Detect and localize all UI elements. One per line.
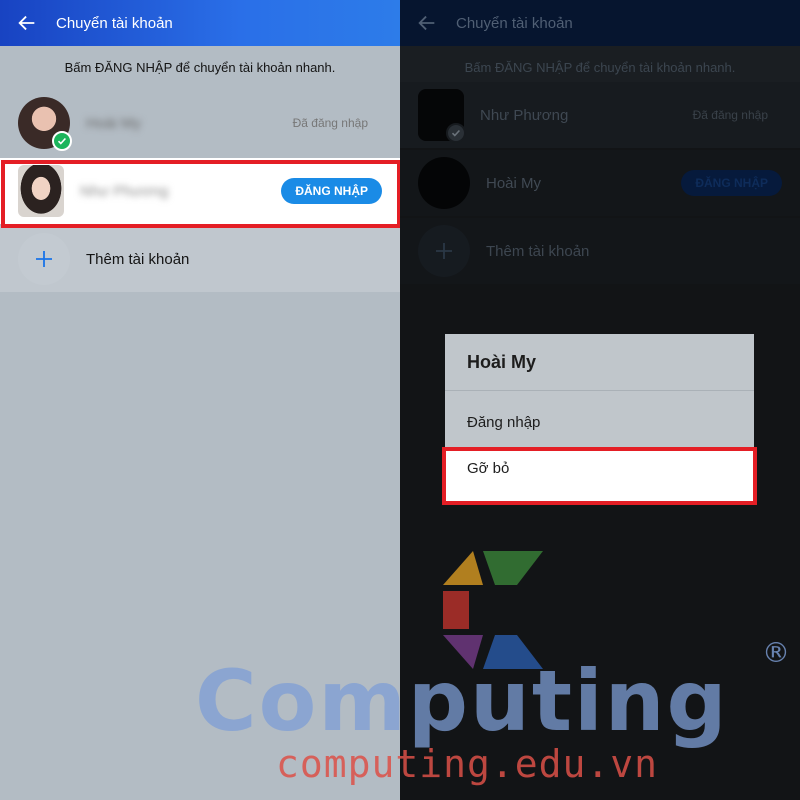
registered-mark: ® (762, 636, 790, 669)
page-title: Chuyển tài khoản (456, 14, 573, 32)
watermark-brand: Computing (195, 652, 729, 750)
account-name: Hoài My (86, 114, 142, 132)
watermark-url: computing.edu.vn (276, 742, 659, 786)
login-button[interactable]: ĐĂNG NHẬP (681, 170, 782, 196)
page-title: Chuyển tài khoản (56, 14, 173, 32)
account-row-current[interactable]: Như Phương Đã đăng nhập (400, 82, 800, 148)
add-account-row[interactable]: Thêm tài khoản (0, 226, 400, 292)
status-logged-in: Đã đăng nhập (692, 108, 768, 122)
highlight-frame (1, 160, 401, 228)
dialog-divider (445, 390, 754, 391)
switch-hint: Bấm ĐĂNG NHẬP để chuyển tài khoản nhanh. (64, 59, 336, 75)
account-name: Như Phương (480, 106, 569, 124)
plus-icon (18, 233, 70, 285)
add-account-label: Thêm tài khoản (486, 242, 590, 260)
check-icon (446, 123, 466, 143)
plus-icon (418, 225, 470, 277)
avatar (18, 97, 72, 151)
add-account-label: Thêm tài khoản (86, 250, 190, 268)
avatar (418, 157, 470, 209)
dialog-title: Hoài My (467, 352, 537, 372)
account-row-current[interactable]: Hoài My Đã đăng nhập (0, 90, 400, 156)
add-account-row[interactable]: Thêm tài khoản (400, 218, 800, 284)
header-bar: Chuyển tài khoản (0, 0, 400, 46)
account-name: Hoài My (486, 174, 542, 192)
back-arrow-icon[interactable] (416, 12, 438, 34)
back-arrow-icon[interactable] (16, 12, 38, 34)
dialog-login-option[interactable]: Đăng nhập (467, 414, 540, 431)
check-icon (52, 131, 72, 151)
header-bar: Chuyển tài khoản (400, 0, 800, 46)
highlight-frame (442, 447, 757, 505)
account-row-other[interactable]: Hoài My ĐĂNG NHẬP (400, 150, 800, 216)
status-logged-in: Đã đăng nhập (292, 116, 368, 130)
avatar (418, 89, 466, 143)
